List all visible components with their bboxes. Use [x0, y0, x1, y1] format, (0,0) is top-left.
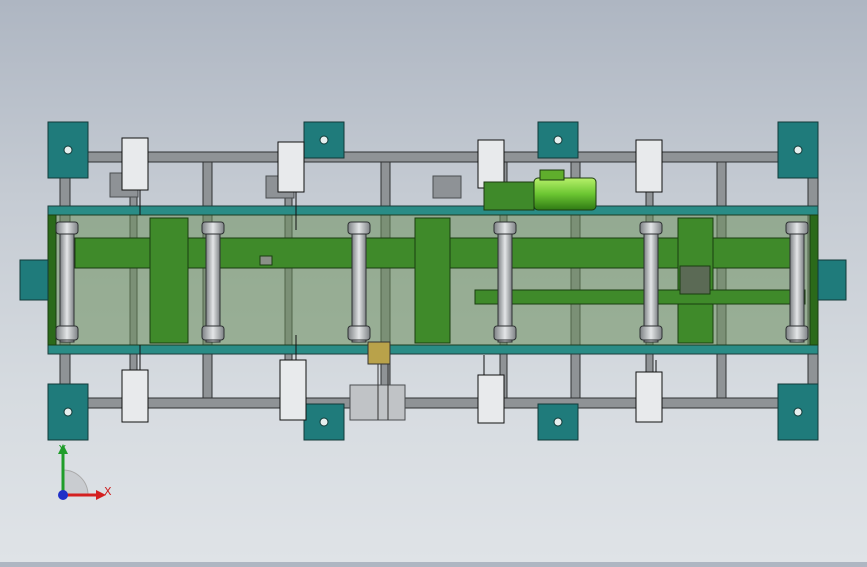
- cad-viewport[interactable]: X Y: [0, 0, 867, 562]
- x-axis-label: X: [104, 485, 112, 498]
- coordinate-triad: X Y: [48, 440, 118, 510]
- y-axis-label: Y: [59, 443, 66, 456]
- green-bed: [47, 214, 819, 346]
- assembly-drawing: [19, 121, 847, 441]
